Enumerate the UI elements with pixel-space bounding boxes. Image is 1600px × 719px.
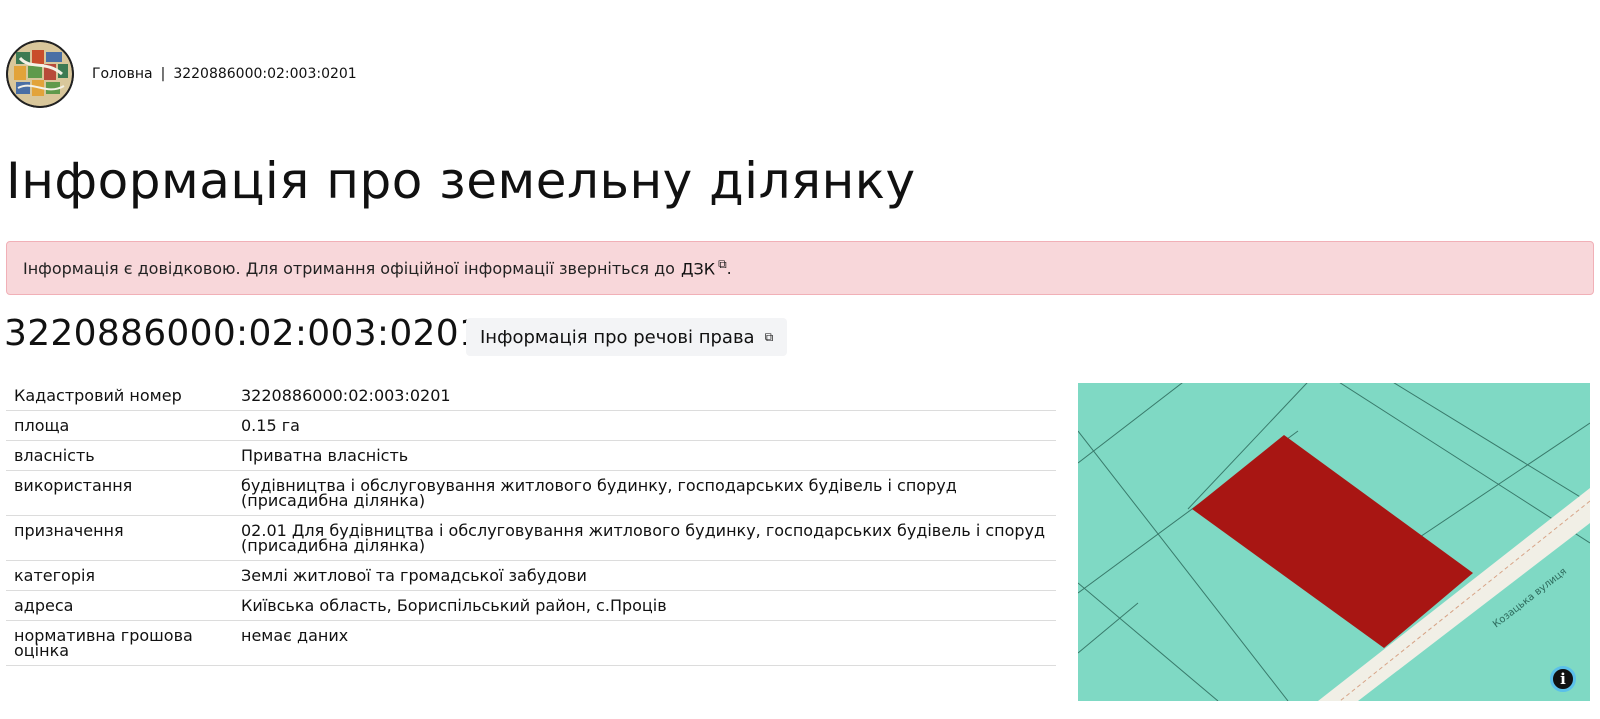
table-row: Кадастровий номер 3220886000:02:003:0201 <box>6 381 1056 411</box>
row-value: 0.15 га <box>233 410 1056 441</box>
table-row: використання будівництва і обслуговування… <box>6 470 1056 516</box>
row-key: категорія <box>6 560 233 591</box>
table-row: власність Приватна власність <box>6 440 1056 471</box>
logo-icon <box>6 40 74 108</box>
breadcrumb-current: 3220886000:02:003:0201 <box>173 66 357 82</box>
table-row: адреса Київська область, Бориспільський р… <box>6 590 1056 621</box>
row-key: адреса <box>6 590 233 621</box>
row-value: Землі житлової та громадської забудови <box>233 560 1056 591</box>
page-title: Інформація про земельну ділянку <box>6 152 916 210</box>
map-info-button[interactable]: i <box>1550 666 1576 692</box>
breadcrumb-separator: | <box>160 66 166 82</box>
external-link-icon: ⧉ <box>764 329 774 344</box>
parcel-id: 3220886000:02:003:0201 <box>4 313 483 354</box>
row-key: використання <box>6 470 233 516</box>
table-row: категорія Землі житлової та громадської з… <box>6 560 1056 591</box>
row-key: площа <box>6 410 233 441</box>
row-key: Кадастровий номер <box>6 381 233 411</box>
table-row: нормативна грошова оцінка немає даних <box>6 620 1056 666</box>
dzk-link-label: ДЗК <box>680 259 716 279</box>
row-value: 3220886000:02:003:0201 <box>233 381 1056 411</box>
row-key: призначення <box>6 515 233 561</box>
parcel-map[interactable]: Козацька вулиця i <box>1078 383 1590 701</box>
parcel-info-table: Кадастровий номер 3220886000:02:003:0201 … <box>6 381 1056 666</box>
row-key: власність <box>6 440 233 471</box>
row-key: нормативна грошова оцінка <box>6 620 233 666</box>
header: Головна | 3220886000:02:003:0201 <box>6 40 357 108</box>
row-value: Приватна власність <box>233 440 1056 471</box>
row-value: Київська область, Бориспільський район, … <box>233 590 1056 621</box>
dzk-link[interactable]: ДЗК ⧉ <box>681 257 727 278</box>
row-value: 02.01 Для будівництва і обслуговування ж… <box>233 515 1056 561</box>
row-value: будівництва і обслуговування житлового б… <box>233 470 1056 516</box>
info-alert: Інформація є довідковою. Для отримання о… <box>6 241 1594 295</box>
table-row: призначення 02.01 Для будівництва і обслу… <box>6 515 1056 561</box>
property-rights-label: Інформація про речові права <box>480 326 755 348</box>
property-rights-button[interactable]: Інформація про речові права ⧉ <box>466 318 788 356</box>
site-logo[interactable] <box>6 40 74 108</box>
alert-end: . <box>726 258 732 278</box>
external-link-icon: ⧉ <box>718 257 727 272</box>
row-value: немає даних <box>233 620 1056 666</box>
table-row: площа 0.15 га <box>6 410 1056 441</box>
breadcrumb: Головна | 3220886000:02:003:0201 <box>92 66 357 82</box>
map-canvas: Козацька вулиця <box>1078 383 1590 701</box>
alert-text: Інформація є довідковою. Для отримання о… <box>23 258 675 278</box>
info-icon: i <box>1560 670 1566 688</box>
breadcrumb-home[interactable]: Головна <box>92 66 153 82</box>
